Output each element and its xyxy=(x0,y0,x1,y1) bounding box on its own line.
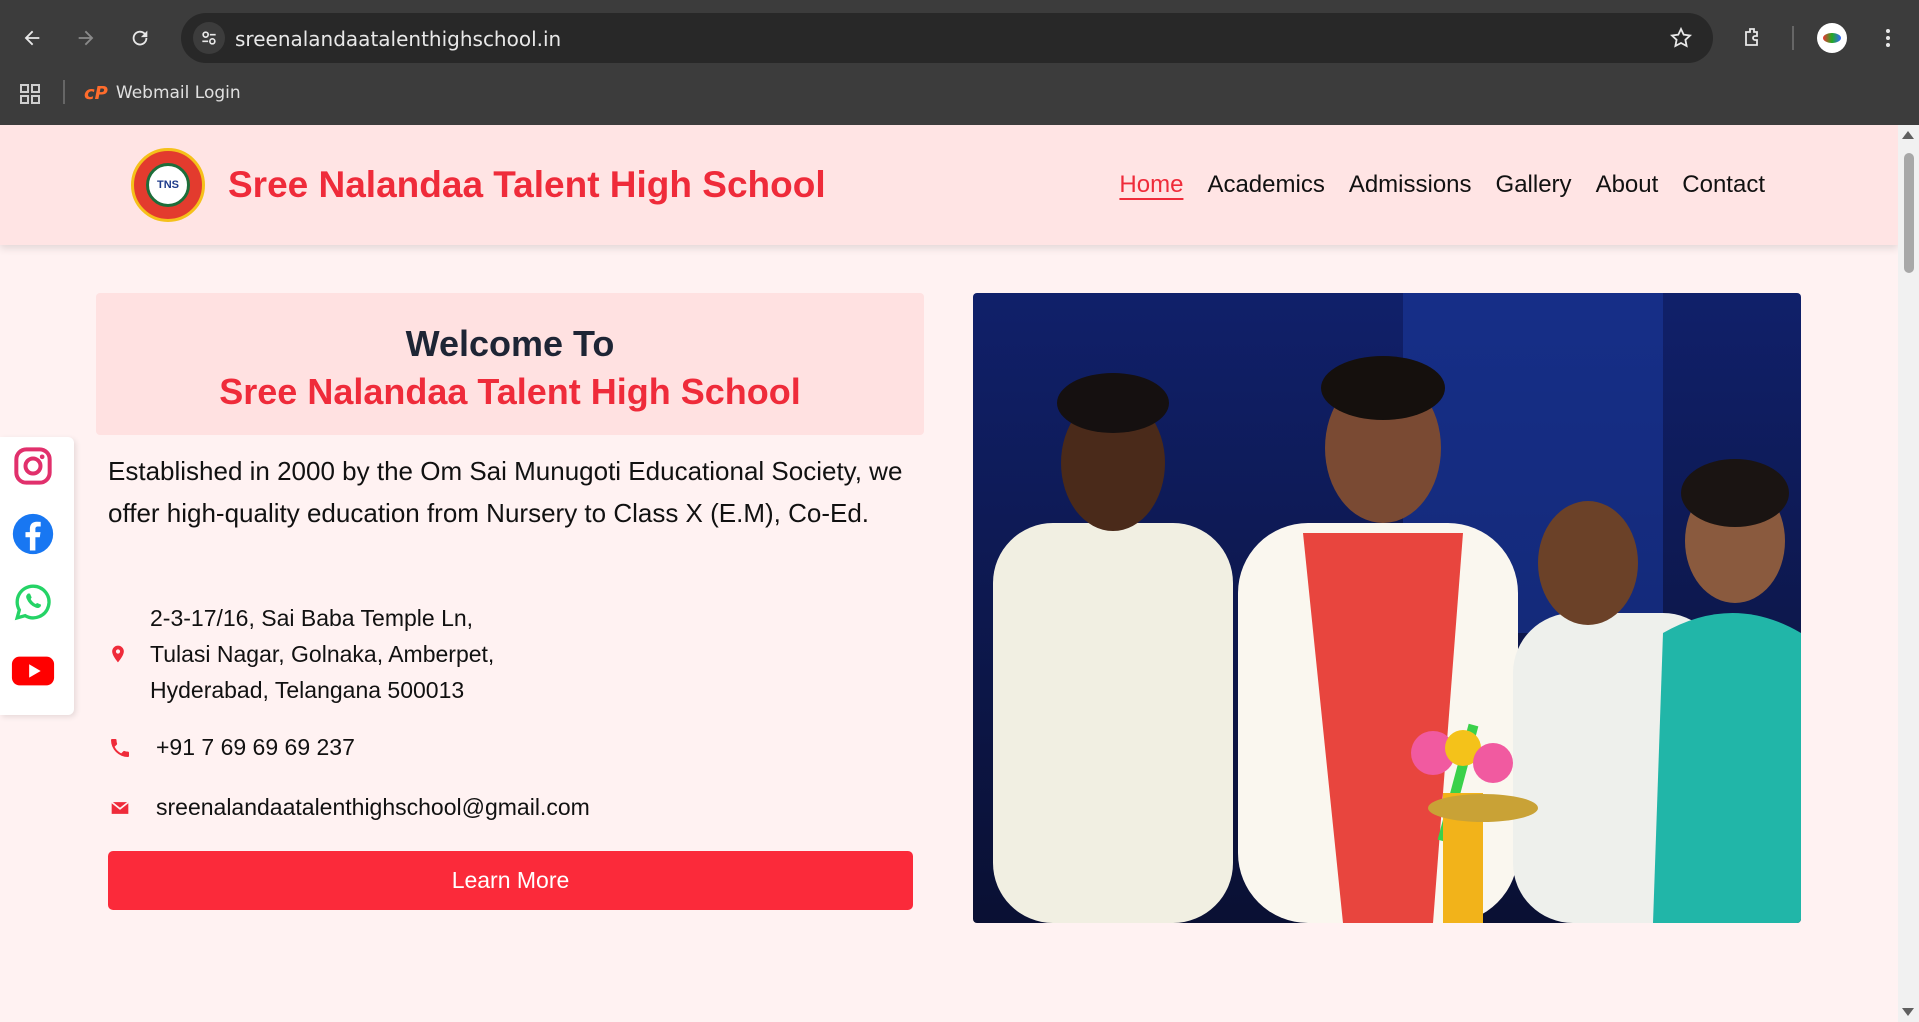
page-viewport: TNS Sree Nalandaa Talent High School Hom… xyxy=(0,125,1898,1022)
address-bar[interactable]: sreenalandaatalenthighschool.in xyxy=(181,13,1713,63)
arrow-left-icon xyxy=(24,30,40,46)
browser-menu-button[interactable] xyxy=(1870,20,1906,56)
site-info-icon[interactable] xyxy=(193,22,225,54)
nav-gallery[interactable]: Gallery xyxy=(1496,171,1572,199)
cpanel-icon: cP xyxy=(84,82,108,104)
forward-button[interactable] xyxy=(68,20,104,56)
map-pin-icon xyxy=(112,645,124,663)
site-title[interactable]: Sree Nalandaa Talent High School xyxy=(228,164,826,206)
reload-button[interactable] xyxy=(122,20,158,56)
facebook-icon xyxy=(12,513,54,555)
arrow-right-icon xyxy=(78,30,94,46)
extensions-button[interactable] xyxy=(1735,20,1771,56)
bookmark-star-icon[interactable] xyxy=(1669,26,1693,50)
whatsapp-icon xyxy=(14,584,51,621)
instagram-link[interactable] xyxy=(10,443,56,489)
bookmarks-divider xyxy=(63,80,65,104)
youtube-link[interactable] xyxy=(10,647,56,693)
toolbar-divider xyxy=(1792,26,1794,50)
bookmark-label: Webmail Login xyxy=(115,83,241,103)
social-sidebar xyxy=(0,437,74,715)
scroll-down-arrow-icon[interactable] xyxy=(1902,1008,1914,1016)
main-nav: Home Academics Admissions Gallery About … xyxy=(1119,171,1765,199)
instagram-icon xyxy=(14,447,52,485)
envelope-icon xyxy=(111,801,129,814)
address-text: 2-3-17/16, Sai Baba Temple Ln, Tulasi Na… xyxy=(150,600,494,708)
profile-avatar[interactable] xyxy=(1814,20,1850,56)
address-row: 2-3-17/16, Sai Baba Temple Ln, Tulasi Na… xyxy=(108,600,494,708)
nav-about[interactable]: About xyxy=(1596,171,1659,199)
welcome-heading: Welcome To xyxy=(405,323,615,364)
url-text[interactable]: sreenalandaatalenthighschool.in xyxy=(235,27,561,51)
kebab-menu-icon xyxy=(1886,29,1890,47)
welcome-school-name: Sree Nalandaa Talent High School xyxy=(219,371,801,412)
learn-more-button[interactable]: Learn More xyxy=(108,851,913,910)
address-line: Tulasi Nagar, Golnaka, Amberpet, xyxy=(150,641,495,667)
nav-contact[interactable]: Contact xyxy=(1682,171,1765,199)
reload-icon xyxy=(132,30,148,46)
page-scrollbar[interactable] xyxy=(1898,125,1919,1022)
avatar xyxy=(1817,23,1847,53)
address-line: Hyderabad, Telangana 500013 xyxy=(150,677,465,703)
email-address[interactable]: sreenalandaatalenthighschool@gmail.com xyxy=(156,794,590,821)
email-row: sreenalandaatalenthighschool@gmail.com xyxy=(108,794,590,821)
site-header: TNS Sree Nalandaa Talent High School Hom… xyxy=(0,125,1898,245)
nav-academics[interactable]: Academics xyxy=(1207,171,1324,199)
browser-toolbar: sreenalandaatalenthighschool.in xyxy=(0,0,1919,75)
scroll-up-arrow-icon[interactable] xyxy=(1902,131,1914,139)
nav-home[interactable]: Home xyxy=(1119,171,1183,199)
whatsapp-link[interactable] xyxy=(10,579,56,625)
welcome-banner: Welcome To Sree Nalandaa Talent High Sch… xyxy=(96,293,924,435)
intro-text: Established in 2000 by the Om Sai Munugo… xyxy=(108,456,903,528)
youtube-icon xyxy=(11,656,55,686)
nav-admissions[interactable]: Admissions xyxy=(1349,171,1472,199)
school-logo[interactable]: TNS xyxy=(131,148,205,222)
address-line: 2-3-17/16, Sai Baba Temple Ln, xyxy=(150,605,474,631)
apps-grid-icon[interactable] xyxy=(18,82,42,106)
bookmarks-bar xyxy=(0,75,1919,125)
phone-row: +91 7 69 69 69 237 xyxy=(108,734,355,761)
hero-photo xyxy=(973,293,1801,923)
hero-photo-illustration xyxy=(973,293,1801,923)
logo-emblem: TNS xyxy=(146,163,190,207)
phone-icon xyxy=(111,738,129,757)
bookmark-webmail-login[interactable]: cP Webmail Login xyxy=(84,80,241,106)
phone-number[interactable]: +91 7 69 69 69 237 xyxy=(156,734,355,761)
back-button[interactable] xyxy=(14,20,50,56)
browser-chrome: sreenalandaatalenthighschool.in cP Webma… xyxy=(0,0,1919,125)
scroll-thumb[interactable] xyxy=(1904,153,1914,273)
facebook-link[interactable] xyxy=(10,511,56,557)
puzzle-icon xyxy=(1745,28,1758,46)
